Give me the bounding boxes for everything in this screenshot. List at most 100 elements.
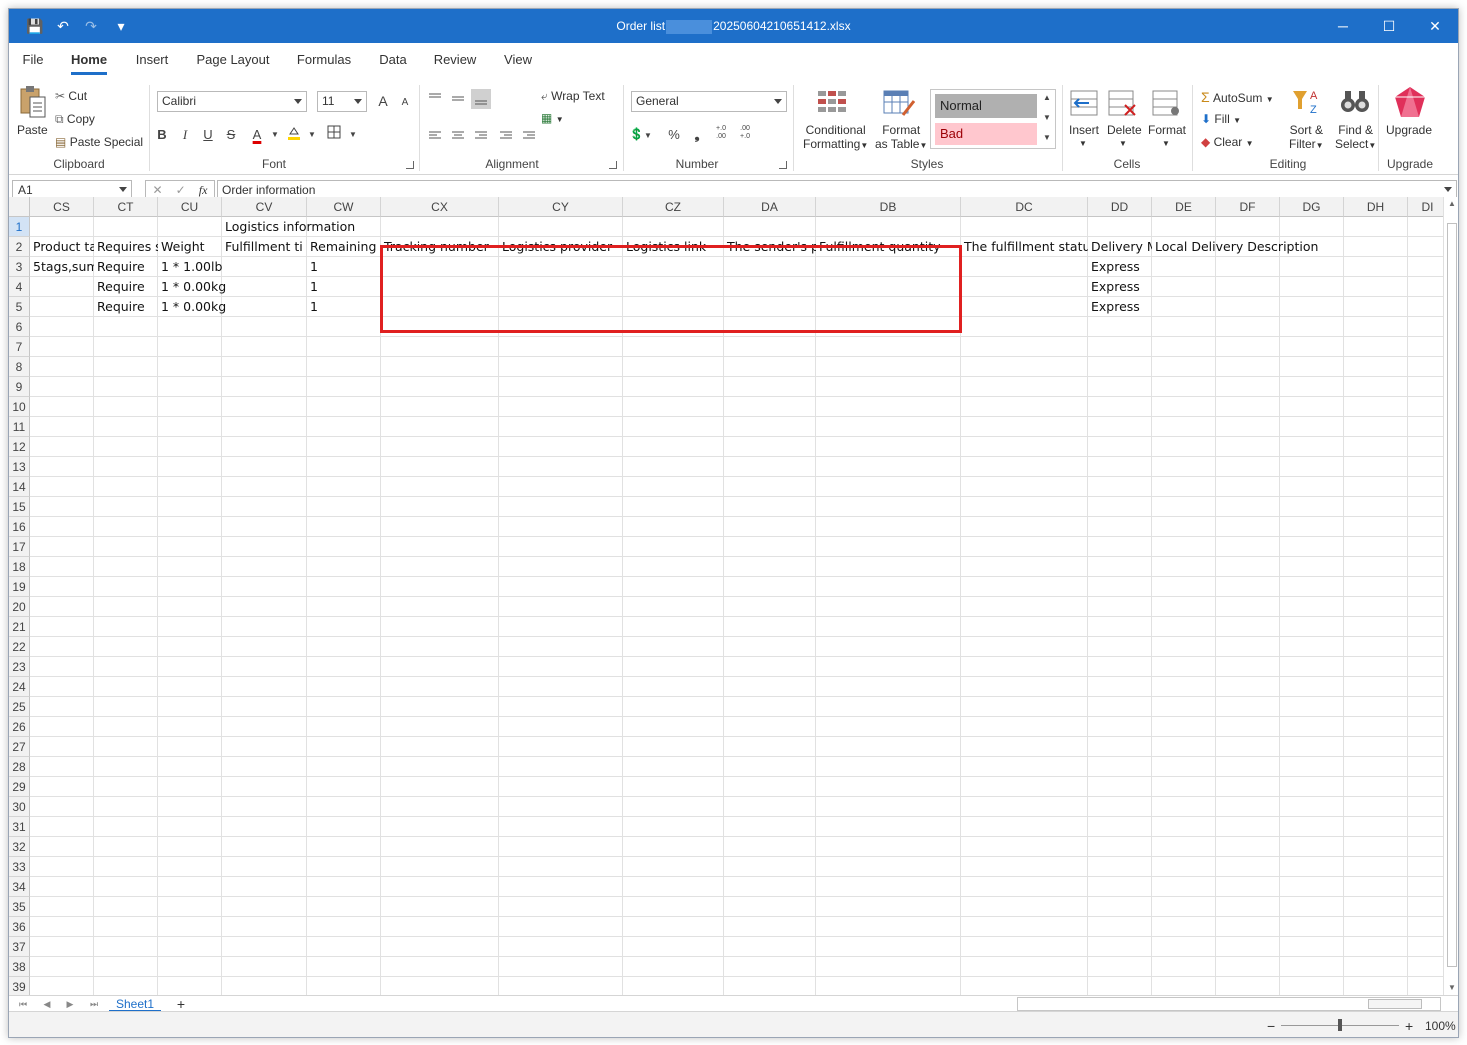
cell-dd2[interactable]: Delivery M (1088, 237, 1152, 257)
row-header-2[interactable]: 2 (9, 237, 30, 257)
row-header-6[interactable]: 6 (9, 317, 30, 337)
tab-data[interactable]: Data (373, 43, 413, 77)
prev-sheet-icon[interactable]: ◀ (39, 996, 55, 1012)
row-header-23[interactable]: 23 (9, 657, 30, 677)
first-sheet-icon[interactable]: ⏮ (15, 996, 31, 1012)
row-header-10[interactable]: 10 (9, 397, 30, 417)
decrease-indent-icon[interactable] (498, 129, 514, 146)
increase-indent-icon[interactable] (521, 129, 537, 146)
bold-button[interactable]: B (152, 125, 172, 145)
decrease-decimal-button[interactable]: .00 +.0 (735, 125, 755, 145)
tab-review[interactable]: Review (429, 43, 481, 77)
spreadsheet-grid[interactable]: CS CT CU CV CW CX CY CZ DA DB DC DD DE DF DG DH DI 1 2 3 4 5 6… (9, 197, 1443, 995)
expand-formula-icon[interactable] (1444, 187, 1452, 192)
align-center-icon[interactable] (450, 129, 466, 146)
row-header-20[interactable]: 20 (9, 597, 30, 617)
font-color-button[interactable]: A (247, 125, 267, 145)
scroll-thumb[interactable] (1368, 999, 1422, 1009)
column-header-cs[interactable]: CS (30, 197, 94, 217)
column-header-dd[interactable]: DD (1088, 197, 1152, 217)
underline-button[interactable]: U (198, 125, 218, 145)
scroll-up-icon[interactable]: ▲ (1444, 197, 1458, 211)
column-header-cz[interactable]: CZ (623, 197, 724, 217)
grow-font-icon[interactable]: A (373, 91, 393, 111)
cell-cv1[interactable]: Logistics information (222, 217, 1443, 237)
row-header-4[interactable]: 4 (9, 277, 30, 297)
row-header-26[interactable]: 26 (9, 717, 30, 737)
select-all-corner[interactable] (9, 197, 30, 217)
currency-icon[interactable]: 💲▼ (629, 127, 652, 141)
row-header-21[interactable]: 21 (9, 617, 30, 637)
row-header-7[interactable]: 7 (9, 337, 30, 357)
align-middle-icon[interactable] (450, 91, 466, 108)
column-header-di[interactable]: DI (1408, 197, 1443, 217)
column-header-cx[interactable]: CX (381, 197, 499, 217)
binoculars-icon[interactable] (1339, 87, 1371, 120)
row-header-22[interactable]: 22 (9, 637, 30, 657)
column-header-cy[interactable]: CY (499, 197, 623, 217)
paste-special-button[interactable]: ▤ Paste Special (55, 135, 143, 149)
scroll-thumb[interactable] (1447, 223, 1457, 967)
sort-filter-button[interactable]: Sort & Filter▼ (1289, 123, 1324, 153)
insert-function-icon[interactable]: fx (199, 183, 208, 198)
row-header-8[interactable]: 8 (9, 357, 30, 377)
italic-button[interactable]: I (175, 125, 195, 145)
cell-cu4[interactable]: 1 * 0.00kg (158, 277, 307, 297)
fill-color-icon[interactable] (284, 125, 304, 145)
cell-cu3[interactable]: 1 * 1.00lb (158, 257, 307, 277)
paste-icon[interactable] (19, 85, 47, 122)
chevron-down-icon[interactable]: ▼ (1162, 139, 1170, 148)
row-header-34[interactable]: 34 (9, 877, 30, 897)
style-bad[interactable]: Bad (935, 123, 1037, 145)
row-header-1[interactable]: 1 (9, 217, 30, 237)
add-sheet-button[interactable]: + (173, 996, 189, 1012)
row-header-9[interactable]: 9 (9, 377, 30, 397)
gallery-up-icon[interactable]: ▲ (1041, 90, 1053, 106)
row-header-37[interactable]: 37 (9, 937, 30, 957)
tab-view[interactable]: View (497, 43, 539, 77)
cell-dd3[interactable]: Express (1088, 257, 1443, 277)
zoom-out-button[interactable]: − (1267, 1018, 1275, 1034)
row-header-13[interactable]: 13 (9, 457, 30, 477)
insert-cells-button[interactable]: Insert (1069, 123, 1099, 137)
format-cells-button[interactable]: Format (1148, 123, 1186, 137)
row-header-11[interactable]: 11 (9, 417, 30, 437)
column-header-de[interactable]: DE (1152, 197, 1216, 217)
paste-button[interactable]: Paste (17, 123, 48, 137)
row-header-16[interactable]: 16 (9, 517, 30, 537)
find-select-button[interactable]: Find & Select▼ (1335, 123, 1376, 153)
column-header-db[interactable]: DB (816, 197, 961, 217)
row-header-27[interactable]: 27 (9, 737, 30, 757)
column-header-dg[interactable]: DG (1280, 197, 1344, 217)
font-dialog-launcher-icon[interactable] (406, 161, 414, 169)
column-header-da[interactable]: DA (724, 197, 816, 217)
clear-button[interactable]: ◆ Clear ▼ (1201, 135, 1254, 149)
font-family-dropdown[interactable]: Calibri (157, 91, 307, 112)
zoom-in-button[interactable]: + (1405, 1018, 1413, 1034)
number-format-dropdown[interactable]: General (631, 91, 787, 112)
format-cells-icon[interactable] (1151, 89, 1181, 120)
cell-cs3[interactable]: 5tags,sum (30, 257, 94, 277)
chevron-down-icon[interactable]: ▼ (302, 125, 322, 145)
close-button[interactable]: ✕ (1412, 9, 1458, 43)
row-header-31[interactable]: 31 (9, 817, 30, 837)
gallery-down-icon[interactable]: ▼ (1041, 110, 1053, 126)
row-header-38[interactable]: 38 (9, 957, 30, 977)
borders-icon[interactable] (324, 125, 344, 145)
conditional-formatting-button[interactable]: Conditional Formatting▼ (803, 123, 868, 153)
upgrade-button[interactable]: Upgrade (1386, 123, 1432, 137)
cell-dd4[interactable]: Express (1088, 277, 1443, 297)
row-header-39[interactable]: 39 (9, 977, 30, 995)
cell-de2[interactable]: Local Delivery Description (1152, 237, 1443, 257)
row-header-19[interactable]: 19 (9, 577, 30, 597)
wrap-text-button[interactable]: ⤶ Wrap Text (541, 89, 605, 104)
cancel-icon[interactable]: ✕ (153, 183, 163, 197)
cell-ct5[interactable]: Require (94, 297, 158, 317)
column-header-cu[interactable]: CU (158, 197, 222, 217)
delete-cells-button[interactable]: Delete (1107, 123, 1142, 137)
row-header-15[interactable]: 15 (9, 497, 30, 517)
tab-formulas[interactable]: Formulas (291, 43, 357, 77)
format-as-table-button[interactable]: Format as Table▼ (875, 123, 927, 153)
align-right-icon[interactable] (473, 129, 489, 146)
horizontal-scrollbar[interactable] (1017, 997, 1441, 1011)
